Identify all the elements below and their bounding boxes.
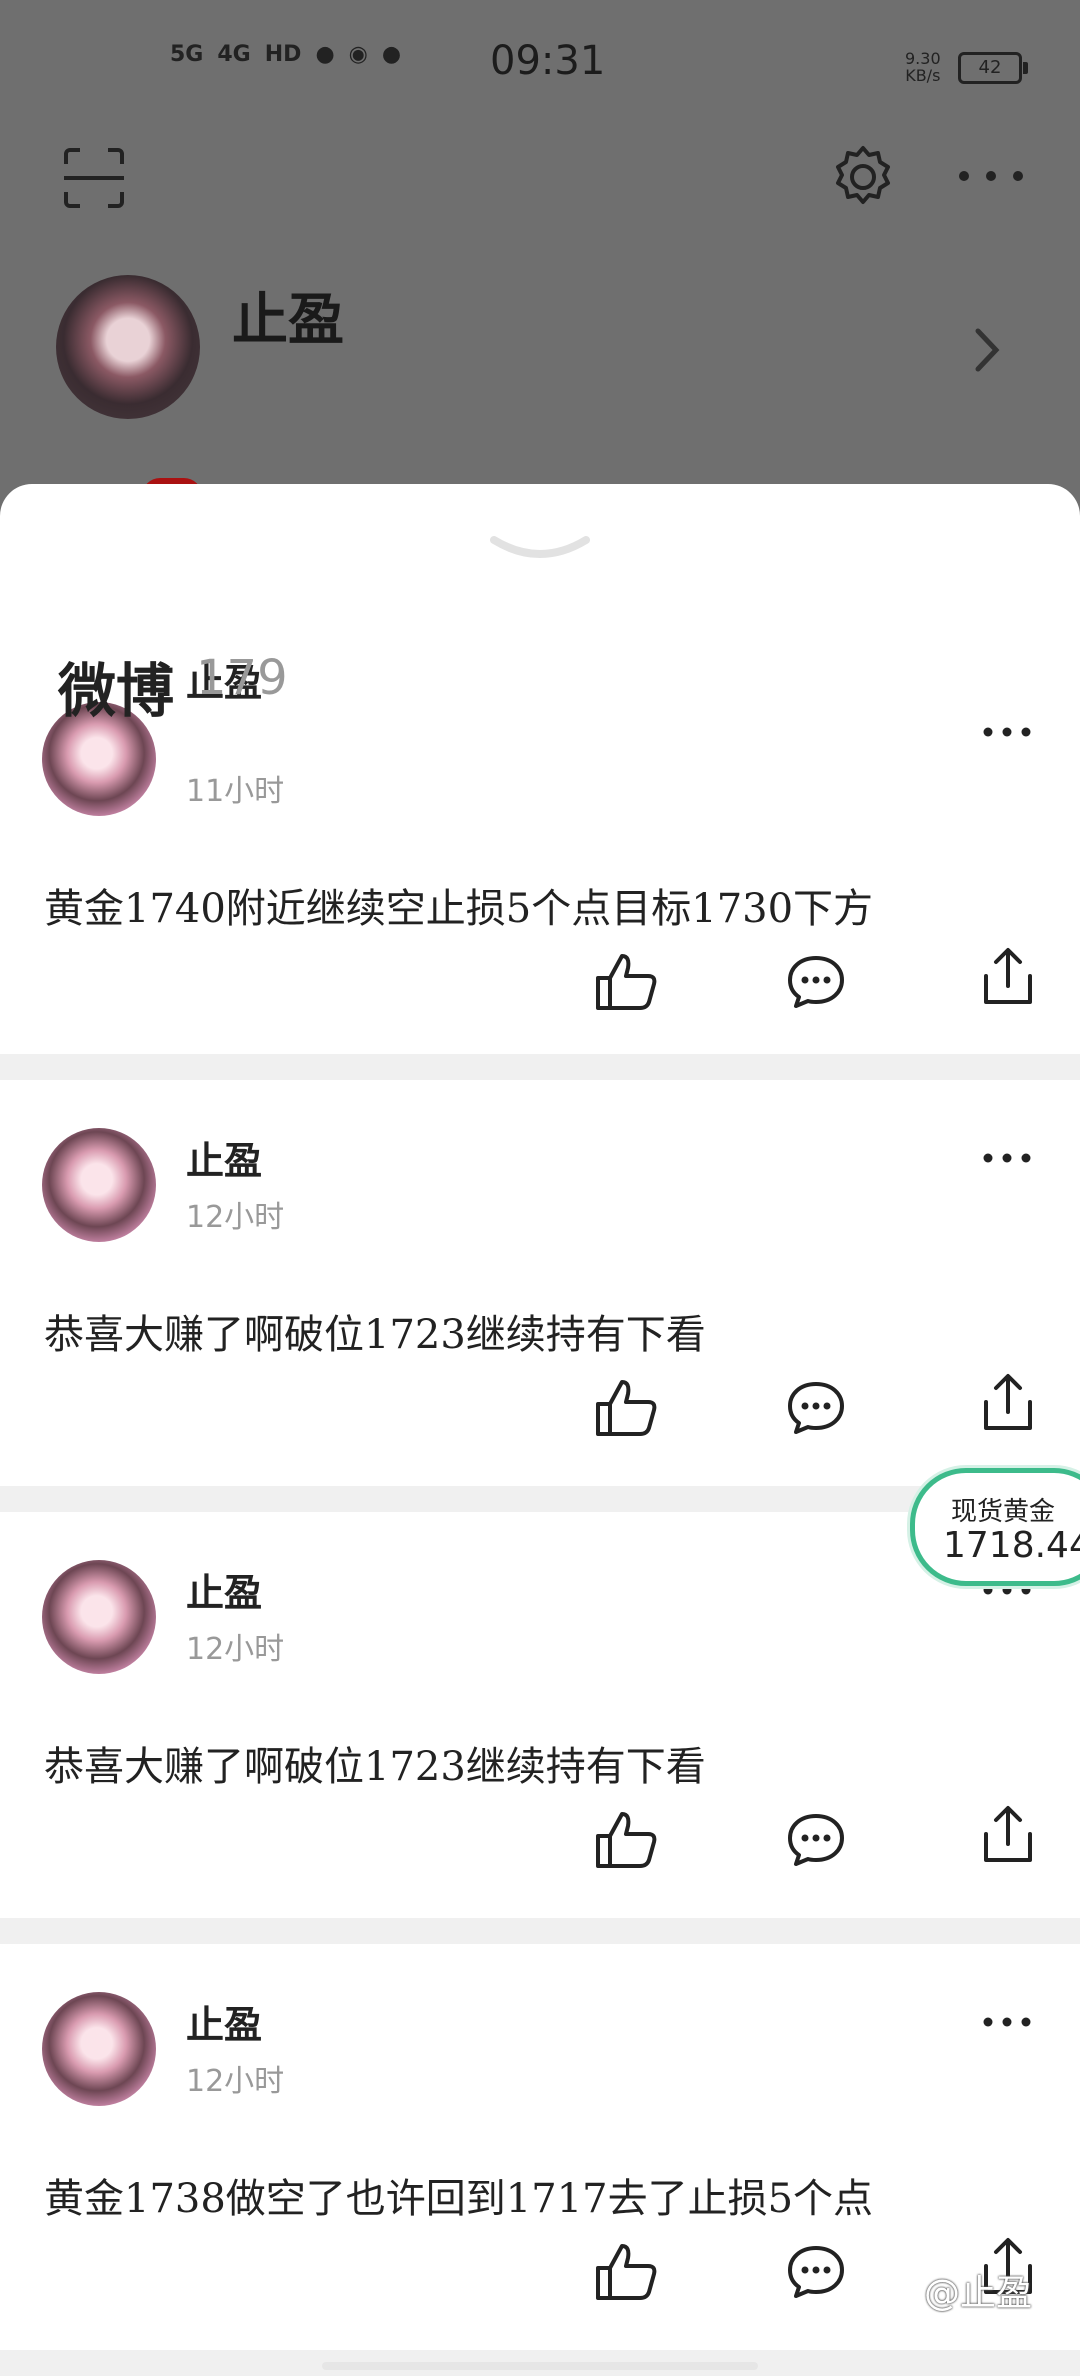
clock: 09:31 — [490, 38, 606, 84]
thumbs-up-icon[interactable] — [594, 952, 658, 1016]
battery-icon: 42 — [958, 52, 1028, 84]
gold-label: 现货黄金 — [951, 1497, 1056, 1527]
sheet-title: 微博 — [58, 657, 175, 725]
post-time: 12小时 — [186, 1200, 285, 1235]
comment-icon[interactable] — [786, 1812, 846, 1872]
post-count: 179 — [196, 650, 288, 706]
more-horizontal-icon[interactable] — [982, 2014, 1032, 2033]
comment-icon[interactable] — [786, 1380, 846, 1440]
avatar[interactable] — [42, 1560, 156, 1674]
more-horizontal-icon[interactable] — [956, 166, 1026, 190]
thumbs-up-icon[interactable] — [594, 2242, 658, 2306]
status-bar: 5G 4G HD ● ◉ ● 09:31 9.30 KB/s 42 — [0, 0, 1080, 130]
more-horizontal-icon[interactable] — [982, 1150, 1032, 1169]
profile-header[interactable]: 止盈 — [0, 270, 1080, 430]
share-icon[interactable] — [980, 1372, 1036, 1438]
speed-unit: KB/s — [905, 66, 941, 85]
home-indicator[interactable] — [322, 2362, 758, 2370]
more-horizontal-icon[interactable] — [982, 724, 1032, 743]
avatar[interactable] — [42, 1992, 156, 2106]
avatar[interactable] — [56, 275, 200, 419]
post-card[interactable]: 止盈 12小时 恭喜大赚了啊破位1723继续持有下看 — [0, 1080, 1080, 1486]
chevron-right-icon[interactable] — [972, 325, 1002, 379]
post-time: 12小时 — [186, 1632, 285, 1667]
scan-icon[interactable] — [62, 146, 126, 214]
post-time: 11小时 — [186, 774, 285, 809]
share-icon[interactable] — [980, 946, 1036, 1012]
weibo-sheet: 微博 179 止盈 11小时 黄金1740附近继续空止损5个点目标1730下方 … — [0, 484, 1080, 2376]
watermark: @止盈 — [924, 2273, 1033, 2314]
top-bar — [0, 140, 1080, 240]
profile-name: 止盈 — [232, 288, 344, 353]
divider — [0, 1054, 1080, 1080]
post-card[interactable]: 止盈 12小时 恭喜大赚了啊破位1723继续持有下看 — [0, 1512, 1080, 1918]
thumbs-up-icon[interactable] — [594, 1810, 658, 1874]
gear-icon[interactable] — [830, 144, 896, 214]
hd-icon: HD — [264, 42, 302, 67]
post-text: 恭喜大赚了啊破位1723继续持有下看 — [44, 1312, 706, 1358]
avatar[interactable] — [42, 1128, 156, 1242]
post-author[interactable]: 止盈 — [186, 1562, 262, 1617]
divider — [0, 1918, 1080, 1944]
comment-icon[interactable] — [786, 2244, 846, 2304]
post-author[interactable]: 止盈 — [186, 1994, 262, 2049]
post-text: 恭喜大赚了啊破位1723继续持有下看 — [44, 1744, 706, 1790]
gold-price-badge[interactable]: 现货黄金 1718.44 — [910, 1468, 1080, 1586]
chevron-down-icon[interactable] — [490, 532, 590, 576]
status-icons: 5G 4G HD ● ◉ ● — [170, 42, 401, 67]
thumbs-up-icon[interactable] — [594, 1378, 658, 1442]
share-icon[interactable] — [980, 1804, 1036, 1870]
post-author[interactable]: 止盈 — [186, 1130, 262, 1185]
comment-icon[interactable] — [786, 954, 846, 1014]
network-speed: 9.30 KB/s — [905, 50, 941, 84]
wechat-icon: ● — [315, 42, 335, 67]
speed-value: 9.30 — [905, 49, 941, 68]
post-card[interactable]: 止盈 12小时 黄金1738做空了也许回到1717去了止损5个点 — [0, 1944, 1080, 2350]
app-icon: ● — [381, 42, 402, 67]
post-text: 黄金1738做空了也许回到1717去了止损5个点 — [44, 2176, 874, 2222]
signal-5g: 5G — [170, 42, 204, 67]
post-text: 黄金1740附近继续空止损5个点目标1730下方 — [44, 886, 874, 932]
signal-4g: 4G — [217, 42, 251, 67]
weibo-icon: ◉ — [348, 42, 368, 67]
gold-price: 1718.44 — [943, 1525, 1080, 1566]
post-time: 12小时 — [186, 2064, 285, 2099]
